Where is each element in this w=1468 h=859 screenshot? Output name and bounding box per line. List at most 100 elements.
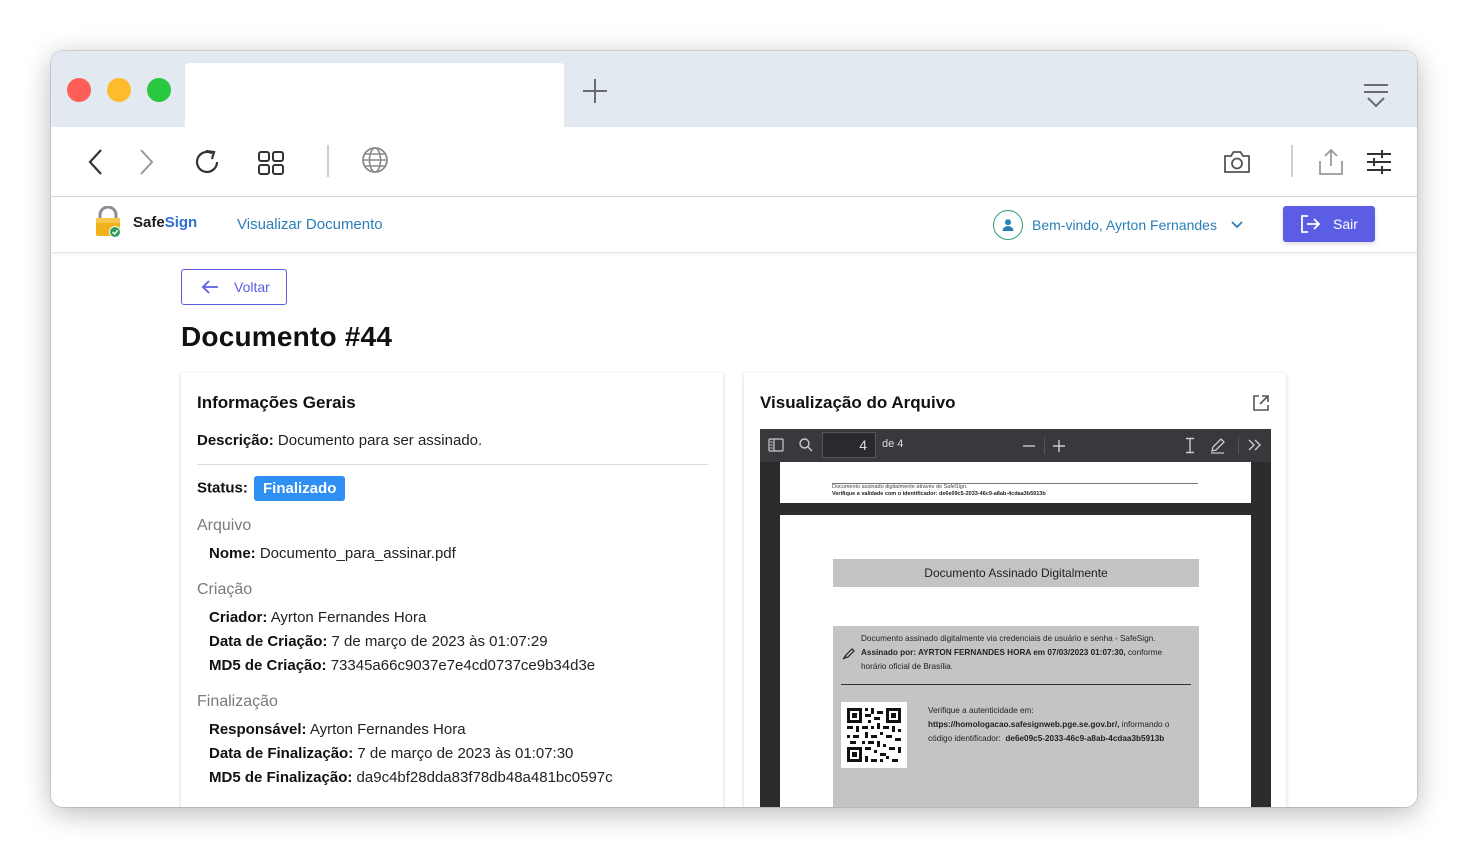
new-tab-icon[interactable] <box>581 75 609 107</box>
creation-md5-row: MD5 de Criação: 73345a66c9037e7e4cd0737c… <box>209 657 595 674</box>
divider <box>197 464 708 465</box>
welcome-text: Bem-vindo, Ayrton Fernandes <box>1032 217 1217 233</box>
logout-label: Sair <box>1333 216 1358 232</box>
safesign-lock-logo-icon[interactable] <box>93 206 123 238</box>
tabs-overview-icon[interactable] <box>257 150 285 176</box>
tab-bar <box>51 51 1417 127</box>
creator-value: Ayrton Fernandes Hora <box>270 609 427 626</box>
verify-line3: código identificador: de6e09c5-2033-46c9… <box>928 734 1164 743</box>
user-menu[interactable]: Bem-vindo, Ayrton Fernandes <box>993 209 1244 241</box>
pdf-toolbar-separator-2 <box>1238 437 1239 454</box>
status-row: Status: Finalizado <box>197 476 346 501</box>
logo-text-safe: Safe <box>133 214 165 231</box>
share-icon[interactable] <box>1317 147 1345 177</box>
responsible-label: Responsável: <box>209 721 307 738</box>
signature-line1: Documento assinado digitalmente via cred… <box>861 634 1156 643</box>
creator-label: Criador: <box>209 609 268 626</box>
toolbar-separator-2 <box>1291 145 1293 177</box>
nav-visualizar-documento[interactable]: Visualizar Documento <box>237 216 383 233</box>
description-label: Descrição: <box>197 432 274 449</box>
page-number-input[interactable]: 4 <box>822 432 876 458</box>
responsible-value: Ayrton Fernandes Hora <box>309 721 466 738</box>
back-button[interactable]: Voltar <box>181 269 287 305</box>
browser-window: SafeSign Visualizar Documento Bem-vindo,… <box>51 51 1417 807</box>
page-footer-line2: Verifique a validade com o identificador… <box>832 491 1046 497</box>
zoom-out-icon[interactable] <box>1022 439 1036 453</box>
file-name-value: Documento_para_assinar.pdf <box>259 545 456 562</box>
verify-line2-rest: informando o <box>1119 720 1170 729</box>
tab-list-icon[interactable] <box>1361 81 1391 111</box>
user-icon <box>1002 219 1014 231</box>
pdf-page-3: Documento assinado digitalmente através … <box>780 462 1251 503</box>
page-title: Documento #44 <box>181 321 393 352</box>
verify-line2: https://homologacao.safesignweb.pge.se.g… <box>928 720 1169 729</box>
pdf-page-4: Documento Assinado Digitalmente Document… <box>780 515 1251 807</box>
creator-row: Criador: Ayrton Fernandes Hora <box>209 609 426 626</box>
logout-icon <box>1301 215 1321 233</box>
zoom-in-icon[interactable] <box>1052 439 1066 453</box>
close-window-button[interactable] <box>67 78 91 102</box>
file-name-label: Nome: <box>209 545 256 562</box>
signature-line2-rest: conforme <box>1125 648 1163 657</box>
back-label: Voltar <box>234 279 270 295</box>
general-info-title: Informações Gerais <box>197 393 356 412</box>
verify-code: de6e09c5-2033-46c9-a8ab-4cdaa3b5913b <box>1005 734 1165 743</box>
safesign-logo-text[interactable]: SafeSign <box>133 214 197 231</box>
chevron-down-icon <box>1231 221 1243 229</box>
signature-signer: Assinado por: AYRTON FERNANDES HORA em 0… <box>861 648 1126 657</box>
signature-divider <box>841 684 1191 685</box>
browser-toolbar <box>51 127 1417 197</box>
section-criacao: Criação <box>197 581 253 598</box>
pdf-viewer[interactable]: 4 de 4 Documento assinado digitalmente a… <box>760 429 1271 807</box>
file-name-row: Nome: Documento_para_assinar.pdf <box>209 545 456 562</box>
creation-date-label: Data de Criação: <box>209 633 328 650</box>
sidebar-toggle-icon[interactable] <box>768 438 784 452</box>
toolbar-separator <box>327 145 329 177</box>
zoom-window-button[interactable] <box>147 78 171 102</box>
section-arquivo: Arquivo <box>197 517 252 534</box>
draw-pen-icon[interactable] <box>1209 437 1226 454</box>
finalization-md5-row: MD5 de Finalização: da9c4bf28dda83f78db4… <box>209 769 613 786</box>
globe-icon[interactable] <box>361 146 389 174</box>
signature-box: Documento assinado digitalmente via cred… <box>833 626 1199 807</box>
qr-code-icon <box>847 708 901 762</box>
logout-button[interactable]: Sair <box>1283 206 1375 242</box>
description-row: Descrição: Documento para ser assinado. <box>197 432 482 449</box>
search-icon[interactable] <box>798 437 814 453</box>
finalization-date-row: Data de Finalização: 7 de março de 2023 … <box>209 745 573 762</box>
section-finalizacao: Finalização <box>197 693 278 710</box>
forward-icon[interactable] <box>135 147 157 177</box>
responsible-row: Responsável: Ayrton Fernandes Hora <box>209 721 466 738</box>
page-total: de 4 <box>882 438 904 450</box>
creation-md5-label: MD5 de Criação: <box>209 657 327 674</box>
finalization-date-value: 7 de março de 2023 às 01:07:30 <box>357 745 574 762</box>
avatar <box>993 210 1023 240</box>
app-header: SafeSign Visualizar Documento Bem-vindo,… <box>51 197 1417 253</box>
more-tools-chevrons-icon[interactable] <box>1247 438 1263 452</box>
camera-icon[interactable] <box>1222 149 1252 175</box>
creation-date-row: Data de Criação: 7 de março de 2023 às 0… <box>209 633 548 650</box>
signature-line3: horário oficial de Brasília. <box>861 662 953 671</box>
text-select-icon[interactable] <box>1184 437 1196 454</box>
file-preview-card: Visualização do Arquivo 4 de 4 Documento… <box>744 373 1286 807</box>
pdf-toolbar: 4 de 4 <box>760 429 1271 462</box>
verify-line1: Verifique a autenticidade em: <box>928 706 1034 715</box>
reload-icon[interactable] <box>192 147 222 177</box>
verify-code-label: código identificador: <box>928 734 1001 743</box>
qr-code <box>841 702 907 768</box>
finalization-date-label: Data de Finalização: <box>209 745 354 762</box>
page-footer-line1: Documento assinado digitalmente através … <box>832 484 968 490</box>
status-badge: Finalizado <box>254 476 346 501</box>
open-external-icon[interactable] <box>1252 394 1270 412</box>
settings-sliders-icon[interactable] <box>1365 148 1393 176</box>
finalization-md5-label: MD5 de Finalização: <box>209 769 353 786</box>
verify-url[interactable]: https://homologacao.safesignweb.pge.se.g… <box>928 720 1119 729</box>
signature-title: Documento Assinado Digitalmente <box>833 559 1199 587</box>
status-label: Status: <box>197 479 248 497</box>
minimize-window-button[interactable] <box>107 78 131 102</box>
logo-text-sign: Sign <box>164 214 198 231</box>
arrow-left-icon <box>201 280 218 294</box>
signature-pen-icon <box>842 648 855 660</box>
active-tab[interactable] <box>185 63 564 127</box>
back-icon[interactable] <box>85 147 107 177</box>
